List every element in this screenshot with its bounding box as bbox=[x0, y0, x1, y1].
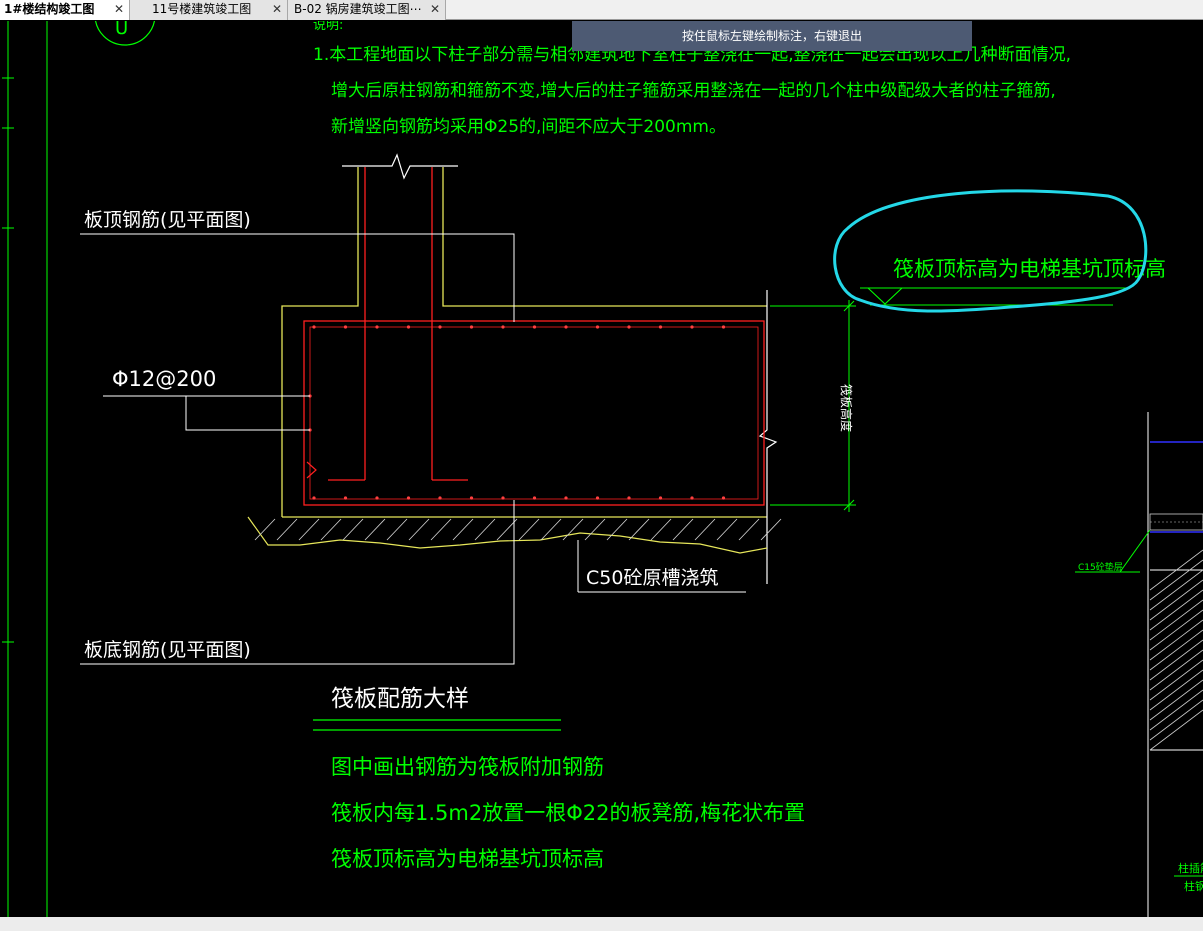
rebar-dot bbox=[469, 325, 474, 329]
rebar-dot bbox=[375, 325, 379, 329]
rebar-dot bbox=[438, 325, 442, 329]
close-icon[interactable]: ✕ bbox=[430, 0, 440, 19]
section-title: 筏板配筋大样 bbox=[331, 686, 469, 712]
close-icon[interactable]: ✕ bbox=[272, 0, 282, 19]
label-bottom-rebar: 板底钢筋(见平面图) bbox=[84, 639, 251, 661]
note-top-line-2: 增大后原柱钢筋和箍筋不变,增大后的柱子箍筋采用整浇在一起的几个柱中级配级大者的柱… bbox=[331, 81, 1056, 101]
rebar-dot bbox=[501, 325, 505, 329]
document-tab-bar: 1#楼结构竣工图 ✕ 11号楼建筑竣工图 ✕ B-02 锅房建筑竣工图⋯ ✕ bbox=[0, 0, 1203, 20]
canvas-background bbox=[0, 21, 1203, 917]
rebar-dot bbox=[627, 496, 631, 500]
rebar-dot bbox=[532, 496, 537, 500]
rebar-dot bbox=[312, 496, 316, 500]
rebar-dot bbox=[501, 496, 505, 500]
tab-1-structure-drawing[interactable]: 1#楼结构竣工图 ✕ bbox=[0, 0, 130, 20]
rebar-dot bbox=[658, 325, 663, 329]
rebar-dot bbox=[564, 325, 568, 329]
label-column-dowel: 柱插筋 bbox=[1178, 861, 1203, 875]
rebar-dot bbox=[595, 496, 600, 500]
label-stirrup-spacing: Φ12@200 bbox=[112, 367, 216, 391]
cad-drawing-canvas[interactable]: U 说明: 1.本工程地面以下柱子部分需与相邻建筑地下室柱子整浇在一起,整浇在一… bbox=[0, 21, 1203, 917]
rebar-dot bbox=[312, 325, 316, 329]
rebar-dot bbox=[595, 325, 600, 329]
status-bar bbox=[0, 917, 1203, 931]
axis-bubble-letter: U bbox=[115, 21, 128, 39]
tab-b02-boiler-drawing[interactable]: B-02 锅房建筑竣工图⋯ ✕ bbox=[288, 0, 446, 20]
tab-label: B-02 锅房建筑竣工图⋯ bbox=[294, 2, 422, 16]
rebar-dot bbox=[721, 496, 726, 500]
note-top-line-3: 新增竖向钢筋均采用Φ25的,间距不应大于200mm。 bbox=[331, 117, 726, 137]
label-top-rebar: 板顶钢筋(见平面图) bbox=[84, 209, 251, 231]
tab-label: 11号楼建筑竣工图 bbox=[152, 2, 252, 16]
rebar-dot bbox=[469, 496, 474, 500]
note-bottom-line-3: 筏板顶标高为电梯基坑顶标高 bbox=[331, 847, 604, 871]
tab-11-architecture-drawing[interactable]: 11号楼建筑竣工图 ✕ bbox=[130, 0, 288, 20]
label-raft-thickness: 筏板高度 bbox=[839, 384, 854, 432]
close-icon[interactable]: ✕ bbox=[114, 0, 124, 19]
rebar-dot bbox=[343, 496, 348, 500]
rebar-dot bbox=[690, 325, 694, 329]
note-bottom-line-2: 筏板内每1.5m2放置一根Φ22的板凳筋,梅花状布置 bbox=[331, 801, 805, 825]
label-c15-cushion: C15砼垫层 bbox=[1078, 561, 1123, 573]
notes-top-heading: 说明: bbox=[313, 21, 343, 33]
rebar-dot bbox=[721, 325, 726, 329]
label-raft-top-elevation: 筏板顶标高为电梯基坑顶标高 bbox=[893, 257, 1166, 281]
rebar-dot bbox=[375, 496, 379, 500]
rebar-dot bbox=[627, 325, 631, 329]
rebar-dot bbox=[564, 496, 568, 500]
rebar-dot bbox=[406, 496, 411, 500]
rebar-dot bbox=[690, 496, 694, 500]
note-bottom-line-1: 图中画出钢筋为筏板附加钢筋 bbox=[331, 755, 604, 779]
rebar-dot bbox=[658, 496, 663, 500]
annotation-mode-hint: 按住鼠标左键绘制标注，右键退出 bbox=[572, 21, 972, 51]
tab-label: 1#楼结构竣工图 bbox=[4, 2, 95, 16]
rebar-dot bbox=[438, 496, 442, 500]
rebar-dot bbox=[532, 325, 537, 329]
rebar-dot bbox=[343, 325, 348, 329]
rebar-dot bbox=[406, 325, 411, 329]
label-c50-concrete: C50砼原槽浇筑 bbox=[586, 567, 718, 589]
label-column-rebar: 柱钢 bbox=[1184, 879, 1203, 893]
